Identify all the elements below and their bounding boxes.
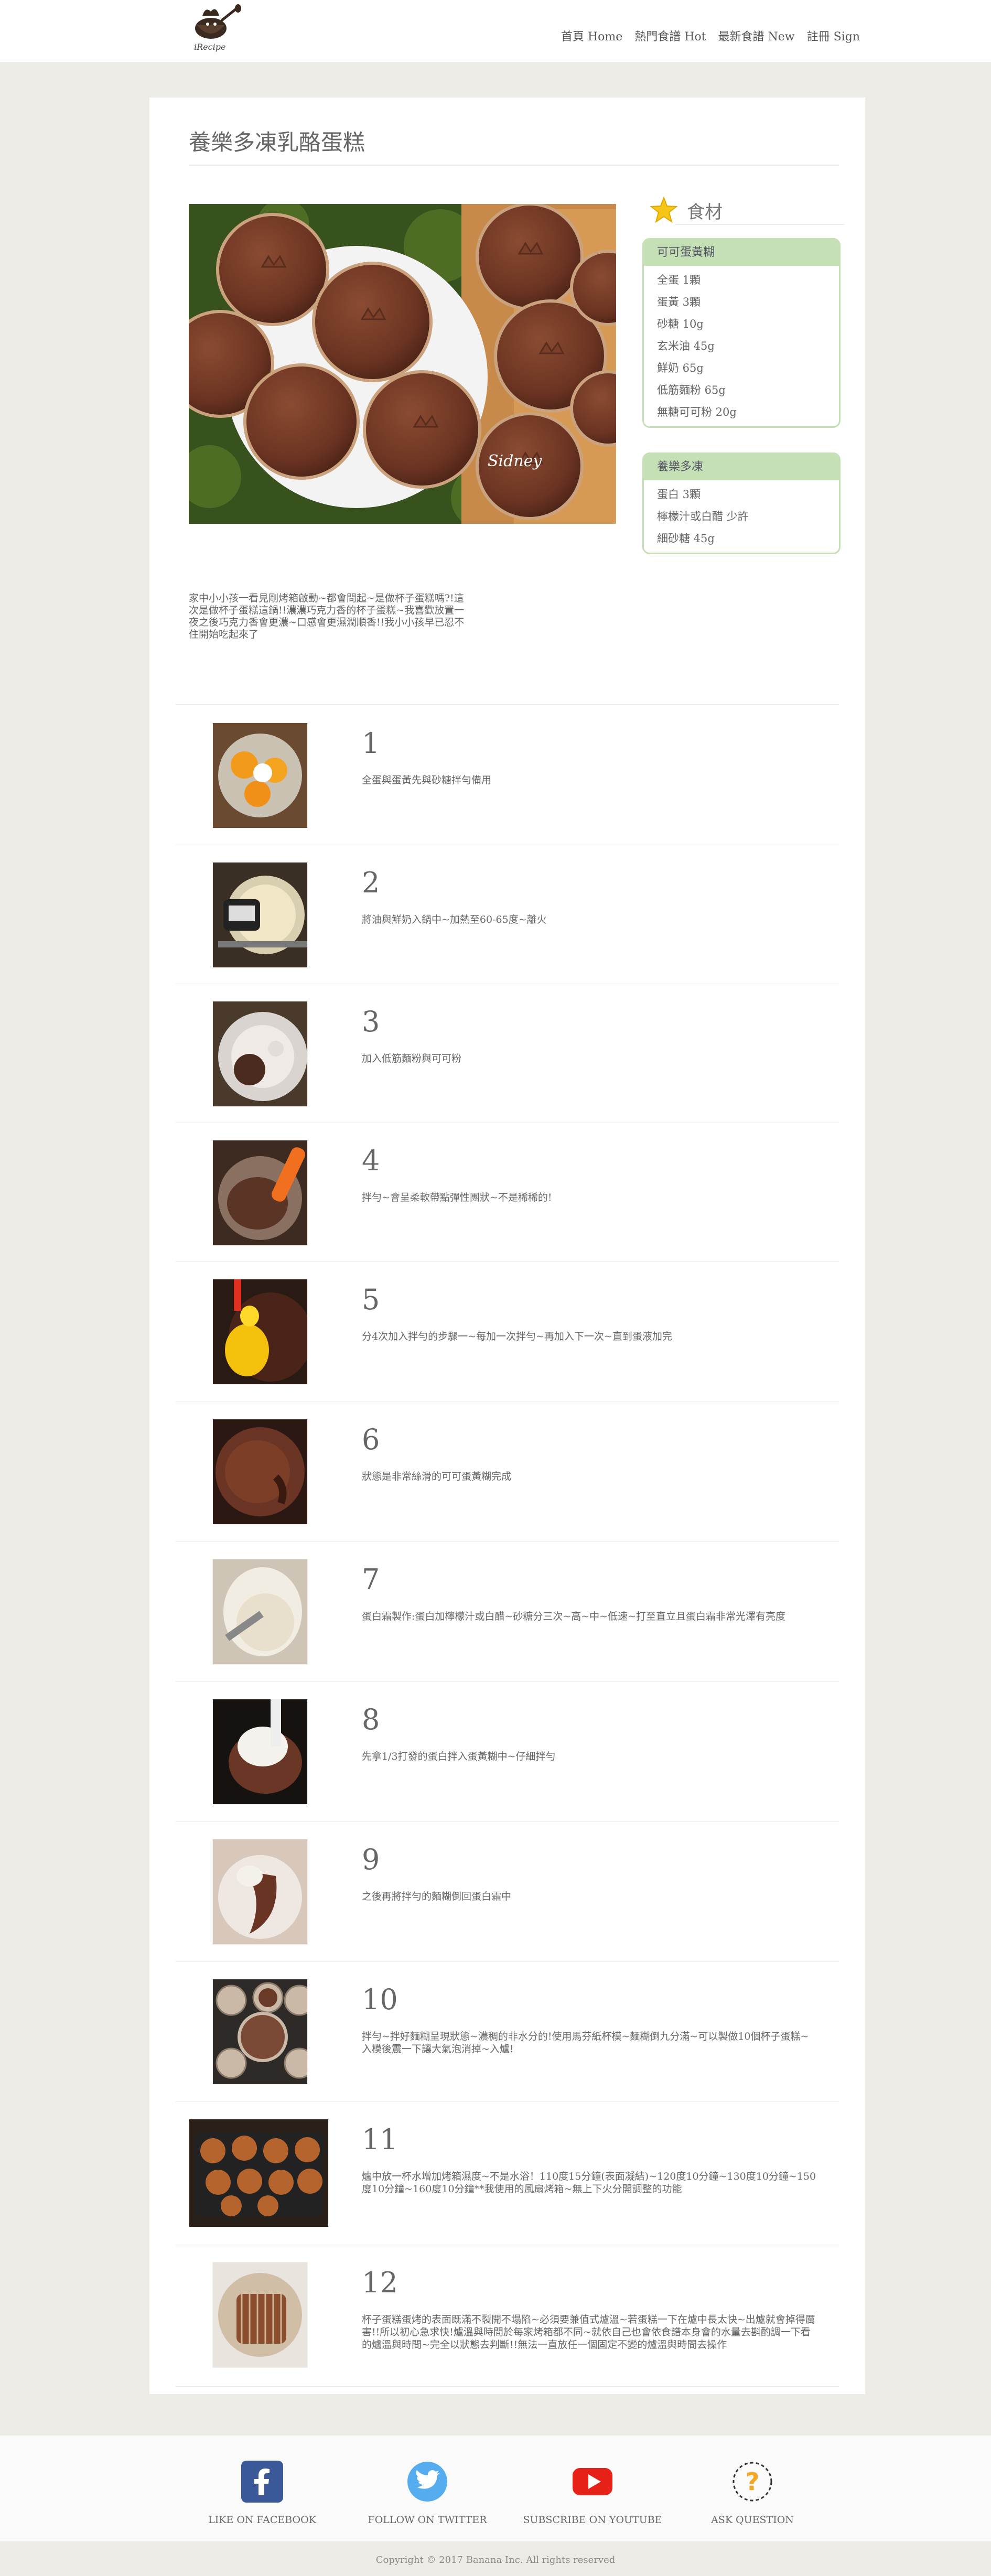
step-9-text: 之後再將拌勻的麵糊倒回蛋白霜中 (362, 1891, 512, 1902)
ingredient-item: 鮮奶 65g (657, 362, 704, 374)
step-9-image (212, 1839, 308, 1945)
cupcakes-photo: Sidney (189, 204, 616, 524)
ingredient-item: 檸檬汁或白醋 少許 (657, 510, 749, 523)
ingredient-item: 蛋黃 3顆 (657, 296, 701, 308)
recipe-intro: 家中小小孩一看見剛烤箱啟動~都會問起~是做杯子蛋糕嗎?!這次是做杯子蛋糕這鍋!!… (189, 592, 465, 640)
step-8-number: 8 (362, 1703, 380, 1736)
recipe-title: 養樂多凍乳酪蛋糕 (189, 130, 365, 155)
step-2-image (212, 862, 308, 968)
chef-cat-logo-icon (195, 4, 241, 39)
step-4-image (212, 1140, 308, 1246)
step-5-number: 5 (362, 1283, 380, 1316)
ingredient-item: 細砂糖 45g (657, 532, 715, 545)
star-icon (650, 197, 677, 223)
main-nav: 首頁 Home 熱門食譜 Hot 最新食譜 New 註冊 Sign (553, 27, 860, 44)
step-11-image (189, 2119, 329, 2227)
ingredients-heading: 食材 (650, 190, 844, 223)
copyright-text: Copyright © 2017 Banana Inc. All rights … (375, 2555, 616, 2566)
step-1-image (212, 723, 308, 828)
step-6-text: 狀態是非常絲滑的可可蛋黃糊完成 (362, 1471, 512, 1482)
twitter-icon[interactable] (406, 2461, 448, 2503)
ingredient-item: 無糖可可粉 20g (657, 406, 737, 418)
step-12-image (212, 2262, 308, 2368)
hero-watermark: Sidney (488, 452, 542, 470)
step-4-number: 4 (362, 1144, 380, 1177)
step-divider (176, 2101, 839, 2102)
step-7-image (212, 1559, 308, 1665)
svg-text:?: ? (746, 2467, 760, 2496)
nav-home[interactable]: 首頁 Home (561, 30, 622, 44)
recipe-card: 養樂多凍乳酪蛋糕 Sidney 食材 可可蛋黃糊 全蛋 1顆 蛋黃 3顆 砂糖 … (149, 98, 865, 2394)
recipe-hero-image: Sidney (189, 204, 616, 524)
step-6-image (212, 1419, 308, 1525)
nav-sign[interactable]: 註冊 Sign (807, 30, 860, 44)
step-9-number: 9 (362, 1843, 380, 1876)
ingredients-divider (675, 224, 844, 225)
step-7-number: 7 (362, 1563, 380, 1596)
youtube-icon[interactable] (572, 2461, 613, 2503)
ingredient-item: 全蛋 1顆 (657, 274, 701, 286)
facebook-label[interactable]: LIKE ON FACEBOOK (184, 2514, 341, 2526)
ingredient-item: 砂糖 10g (657, 318, 704, 330)
ingredient-item: 玄米油 45g (657, 340, 715, 352)
ingredient-group-title: 養樂多凍 (644, 454, 839, 480)
ingredients-label: 食材 (687, 202, 723, 223)
step-11-text: 爐中放一杯水增加烤箱濕度~不是水浴！110度15分鐘(表面凝結)~120度10分… (362, 2171, 816, 2195)
step-8-text: 先拿1/3打發的蛋白拌入蛋黃糊中~仔細拌勻 (362, 1751, 556, 1762)
step-5-text: 分4次加入拌勻的步驟一~每加一次拌勻~再加入下一次~直到蛋液加完 (362, 1331, 672, 1342)
step-1-text: 全蛋與蛋黃先與砂糖拌勻備用 (362, 774, 492, 786)
step-7-text: 蛋白霜製作:蛋白加檸檬汁或白醋~砂糖分三次~高~中~低速~打至直立且蛋白霜非常光… (362, 1611, 786, 1622)
ingredient-item: 低筋麵粉 65g (657, 384, 726, 396)
title-divider (189, 165, 839, 166)
step-divider (176, 1821, 839, 1822)
ask-question-label[interactable]: ASK QUESTION (674, 2514, 831, 2526)
nav-new[interactable]: 最新食譜 New (718, 30, 795, 44)
footer: LIKE ON FACEBOOK FOLLOW ON TWITTER SUBSC… (0, 2435, 991, 2541)
step-10-text: 拌勻~拌好麵糊呈現狀態~濃稠的非水分的!使用馬芬紙杯模~麵糊倒九分滿~可以製做1… (362, 2031, 809, 2055)
step-2-text: 將油與鮮奶入鍋中~加熱至60-65度~離火 (362, 914, 547, 925)
step-divider (176, 704, 839, 705)
step-3-number: 3 (362, 1005, 380, 1038)
question-icon[interactable]: ? (731, 2461, 773, 2503)
ingredient-group-yakult-jelly: 養樂多凍 蛋白 3顆 檸檬汁或白醋 少許 細砂糖 45g (642, 452, 841, 554)
step-1-number: 1 (362, 727, 380, 760)
step-divider (176, 1961, 839, 1962)
step-2-number: 2 (362, 866, 380, 899)
step-5-image (212, 1279, 308, 1385)
top-navigation-bar: iRecipe 首頁 Home 熱門食譜 Hot 最新食譜 New 註冊 Sig… (0, 0, 991, 62)
step-6-number: 6 (362, 1423, 380, 1456)
step-8-image (212, 1699, 308, 1805)
step-12-text: 杯子蛋糕蛋烤的表面既滿不裂開不塌陷~必須要兼值式爐溫~若蛋糕一下在爐中長太快~出… (362, 2314, 815, 2351)
step-4-text: 拌勻~會呈柔軟帶點彈性團狀~不是稀稀的! (362, 1192, 552, 1203)
ingredient-group-cocoa-batter: 可可蛋黃糊 全蛋 1顆 蛋黃 3顆 砂糖 10g 玄米油 45g 鮮奶 65g … (642, 238, 841, 428)
step-10-image (212, 1979, 308, 2085)
facebook-icon[interactable] (241, 2461, 283, 2503)
nav-hot[interactable]: 熱門食譜 Hot (634, 30, 706, 44)
twitter-label[interactable]: FOLLOW ON TWITTER (349, 2514, 506, 2526)
youtube-label[interactable]: SUBSCRIBE ON YOUTUBE (514, 2514, 671, 2526)
step-3-image (212, 1001, 308, 1107)
ingredient-group-title: 可可蛋黃糊 (644, 240, 839, 266)
logo-text: iRecipe (194, 42, 226, 52)
step-12-number: 12 (362, 2266, 398, 2299)
step-3-text: 加入低筋麵粉與可可粉 (362, 1053, 462, 1064)
site-logo[interactable]: iRecipe (190, 4, 245, 57)
ingredient-item: 蛋白 3顆 (657, 488, 701, 501)
step-divider (176, 2386, 839, 2387)
step-10-number: 10 (362, 1983, 398, 2016)
step-11-number: 11 (362, 2123, 398, 2156)
